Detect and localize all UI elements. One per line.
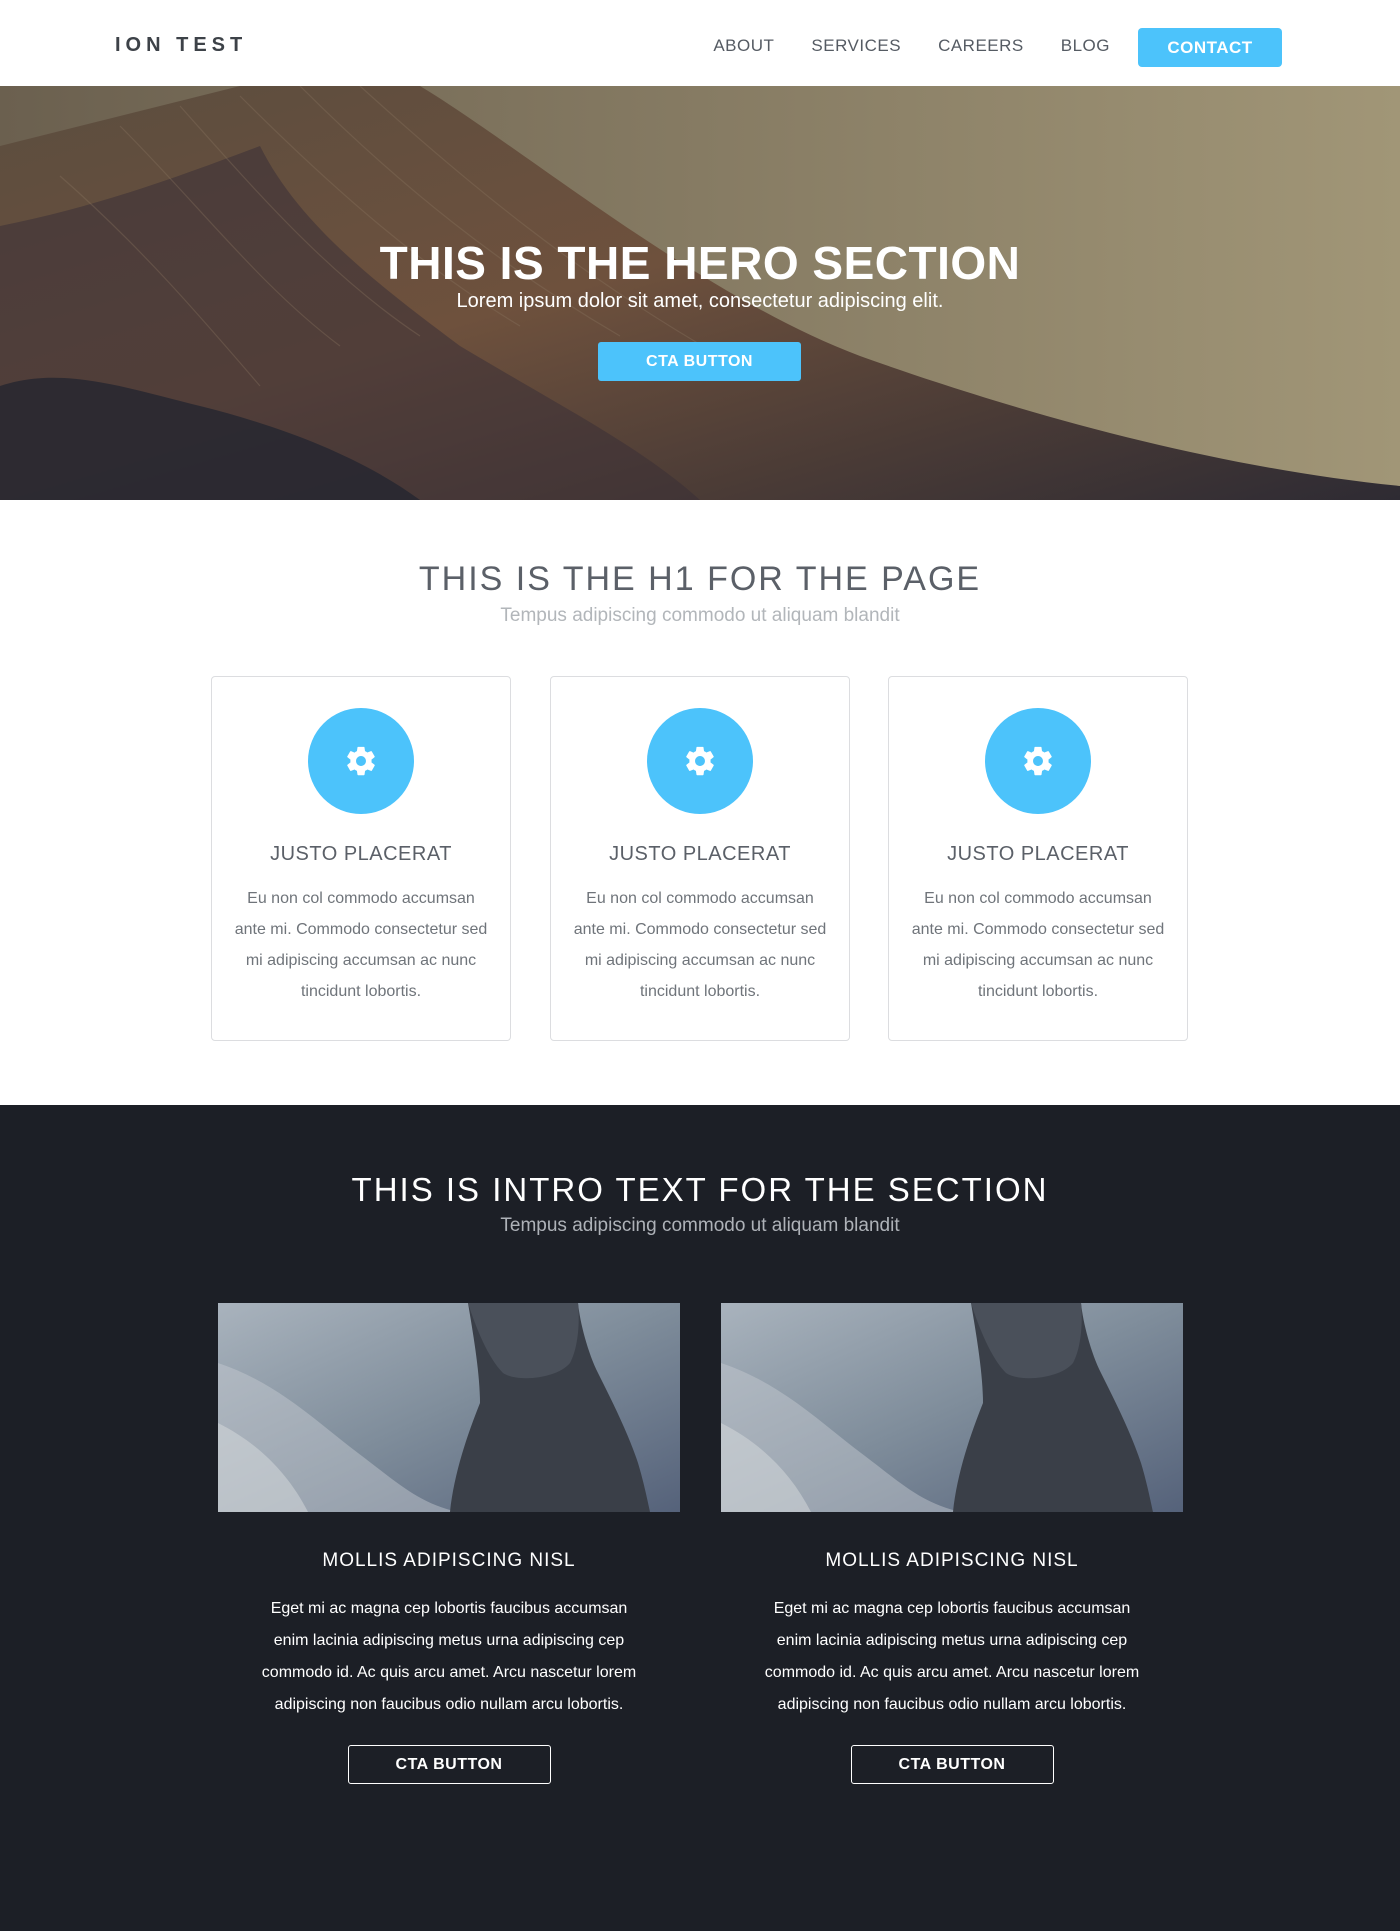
- column-text: Eget mi ac magna cep lobortis faucibus a…: [261, 1600, 637, 1713]
- hero-subtitle: Lorem ipsum dolor sit amet, consectetur …: [456, 290, 944, 312]
- intro-title: THIS IS INTRO TEXT FOR THE SECTION: [351, 1171, 1049, 1208]
- nav-link-services[interactable]: SERVICES: [811, 36, 901, 56]
- intro-section: THIS IS INTRO TEXT FOR THE SECTION Tempu…: [0, 1105, 1400, 1931]
- page-subtitle: Tempus adipiscing commodo ut aliquam bla…: [500, 605, 900, 626]
- column-cta-button[interactable]: CTA BUTTON: [850, 1745, 1054, 1784]
- nav-links: ABOUT SERVICES CAREERS BLOG: [713, 36, 1110, 56]
- feature-card: JUSTO PLACERAT Eu non col commodo accums…: [211, 676, 511, 1041]
- column-text: Eget mi ac magna cep lobortis faucibus a…: [764, 1600, 1140, 1713]
- feature-card: JUSTO PLACERAT Eu non col commodo accums…: [888, 676, 1188, 1041]
- column-title: MOLLIS ADIPISCING NISL: [825, 1550, 1079, 1571]
- card-title: JUSTO PLACERAT: [947, 843, 1129, 865]
- gear-icon: [308, 708, 414, 814]
- intro-column: MOLLIS ADIPISCING NISL Eget mi ac magna …: [218, 1303, 680, 1784]
- page-title: THIS IS THE H1 FOR THE PAGE: [418, 560, 982, 598]
- hero-section: THIS IS THE HERO SECTION Lorem ipsum dol…: [0, 86, 1400, 500]
- feature-card: JUSTO PLACERAT Eu non col commodo accums…: [550, 676, 850, 1041]
- card-text: Eu non col commodo accumsan ante mi. Com…: [573, 890, 827, 1000]
- contact-button[interactable]: CONTACT: [1138, 28, 1282, 67]
- card-text: Eu non col commodo accumsan ante mi. Com…: [234, 890, 488, 1000]
- nav-link-about[interactable]: ABOUT: [713, 36, 774, 56]
- nav-link-blog[interactable]: BLOG: [1061, 36, 1110, 56]
- intro-subtitle: Tempus adipiscing commodo ut aliquam bla…: [500, 1215, 900, 1236]
- site-logo[interactable]: ION TEST: [115, 34, 247, 57]
- top-nav: ION TEST ABOUT SERVICES CAREERS BLOG CON…: [0, 0, 1400, 86]
- card-title: JUSTO PLACERAT: [609, 843, 791, 865]
- hooded-person-photo: [721, 1303, 1183, 1512]
- gear-icon: [647, 708, 753, 814]
- hero-title: THIS IS THE HERO SECTION: [379, 237, 1021, 289]
- nav-link-careers[interactable]: CAREERS: [938, 36, 1024, 56]
- intro-column: MOLLIS ADIPISCING NISL Eget mi ac magna …: [721, 1303, 1183, 1784]
- hero-cta-button[interactable]: CTA BUTTON: [598, 342, 801, 381]
- gear-icon: [985, 708, 1091, 814]
- hooded-person-photo: [218, 1303, 680, 1512]
- column-cta-button[interactable]: CTA BUTTON: [347, 1745, 551, 1784]
- column-title: MOLLIS ADIPISCING NISL: [322, 1550, 576, 1571]
- card-title: JUSTO PLACERAT: [270, 843, 452, 865]
- card-text: Eu non col commodo accumsan ante mi. Com…: [911, 890, 1165, 1000]
